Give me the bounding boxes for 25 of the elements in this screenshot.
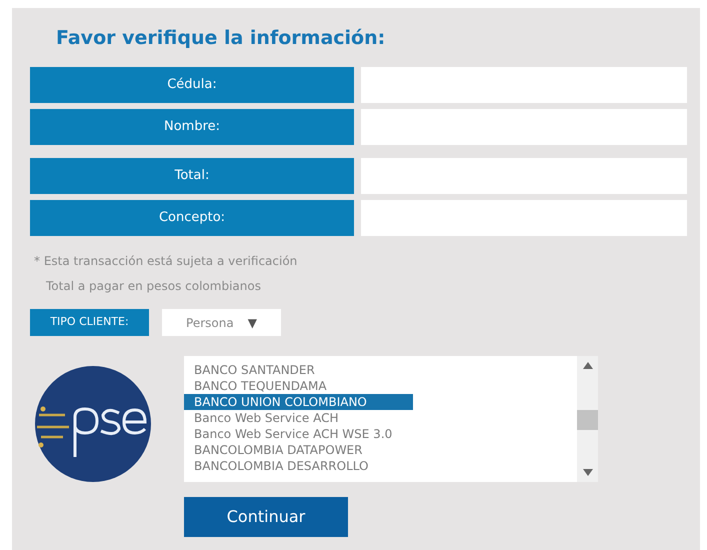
input-field[interactable] bbox=[361, 200, 687, 236]
scroll-thumb[interactable] bbox=[577, 410, 598, 430]
client-type-select[interactable]: Persona ▼ bbox=[162, 309, 281, 336]
input-field[interactable] bbox=[361, 109, 687, 145]
bank-option[interactable]: Banco Web Service ACH bbox=[184, 410, 413, 426]
field-label: Nombre: bbox=[30, 109, 354, 145]
scroll-down-icon[interactable] bbox=[582, 469, 592, 476]
bank-option[interactable]: BANCO SANTANDER bbox=[184, 362, 413, 378]
form-title: Favor verifique la información: bbox=[56, 26, 386, 51]
field-label: Concepto: bbox=[30, 200, 354, 236]
field-label: Cédula: bbox=[30, 67, 354, 103]
scrollbar[interactable] bbox=[577, 356, 598, 482]
field-label: Total: bbox=[30, 158, 354, 194]
continue-button[interactable]: Continuar bbox=[184, 497, 348, 537]
bank-option[interactable]: BANCO UNION COLOMBIANO bbox=[184, 394, 413, 410]
bank-option[interactable]: BANCOLOMBIA DESARROLLO bbox=[184, 458, 413, 474]
scroll-up-icon[interactable] bbox=[582, 362, 592, 369]
input-field[interactable] bbox=[361, 67, 687, 103]
bank-option[interactable]: BANCOLOMBIA DATAPOWER bbox=[184, 442, 413, 458]
bank-option[interactable]: BANCO TEQUENDAMA bbox=[184, 378, 413, 394]
client-type-label: TIPO CLIENTE: bbox=[30, 309, 149, 336]
bank-option[interactable]: Banco Web Service ACH WSE 3.0 bbox=[184, 426, 413, 442]
note-text: * Esta transacción está sujeta a verificación bbox=[34, 254, 298, 268]
note-text: Total a pagar en pesos colombianos bbox=[46, 279, 262, 293]
input-field[interactable] bbox=[361, 158, 687, 194]
